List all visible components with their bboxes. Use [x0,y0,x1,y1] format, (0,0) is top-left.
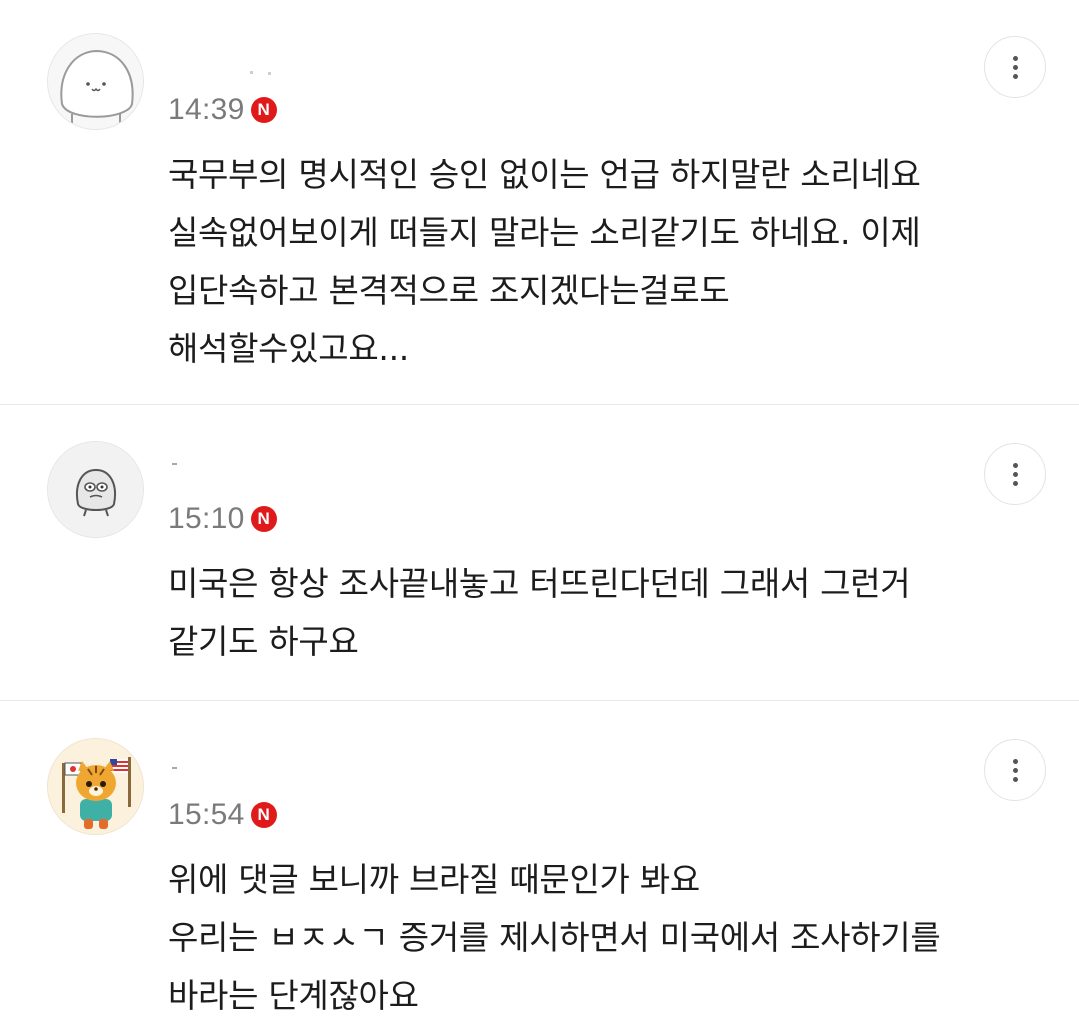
more-options-button[interactable] [984,739,1046,801]
comment-meta: 14:39 N [168,92,277,128]
more-vertical-icon-dot [1012,73,1018,79]
comment-text: 위에 댓글 보니까 브라질 때문인가 봐요 우리는 ㅂㅈㅅㄱ 증거를 제시하면서… [168,860,941,1015]
more-vertical-icon-dot [1012,767,1018,773]
n-badge-icon: N [250,506,277,532]
user-avatar[interactable] [47,33,144,130]
comment-meta: 15:54 N [168,797,277,833]
grey-blob-character-icon [48,442,143,537]
user-avatar[interactable] [47,441,144,538]
more-vertical-icon [1012,55,1018,61]
comment-divider [0,700,1079,701]
nickname-masked [168,62,288,76]
more-vertical-icon-dot [1012,480,1018,486]
masked-nickname-marks [172,767,177,769]
masked-nickname-marks [250,71,271,75]
white-cat-face-icon [48,34,143,129]
comment-text: 미국은 항상 조사끝내놓고 터뜨린다던데 그래서 그런거 같기도 하구요 [168,564,911,661]
comment-time: 15:54 [168,798,245,831]
comment-time: 15:10 [168,502,245,535]
more-vertical-icon-dot [1012,776,1018,782]
nickname-masked [168,456,288,470]
more-options-button[interactable] [984,36,1046,98]
comment-time: 14:39 [168,93,245,126]
tiger-with-flags-icon [48,739,143,834]
n-badge-icon: N [250,802,277,828]
more-options-button[interactable] [984,443,1046,505]
more-vertical-icon [1012,462,1018,468]
user-avatar[interactable] [47,738,144,835]
comment-divider [0,404,1079,405]
comment-meta: 15:10 N [168,501,277,537]
masked-nickname-marks [172,463,177,465]
more-vertical-icon-dot [1012,64,1018,70]
nickname-masked [168,760,288,774]
n-badge-icon: N [250,97,277,123]
more-vertical-icon-dot [1012,471,1018,477]
comment-text: 국무부의 명시적인 승인 없이는 언급 하지말란 소리네요 실속없어보이게 떠들… [168,155,921,368]
more-vertical-icon [1012,758,1018,764]
